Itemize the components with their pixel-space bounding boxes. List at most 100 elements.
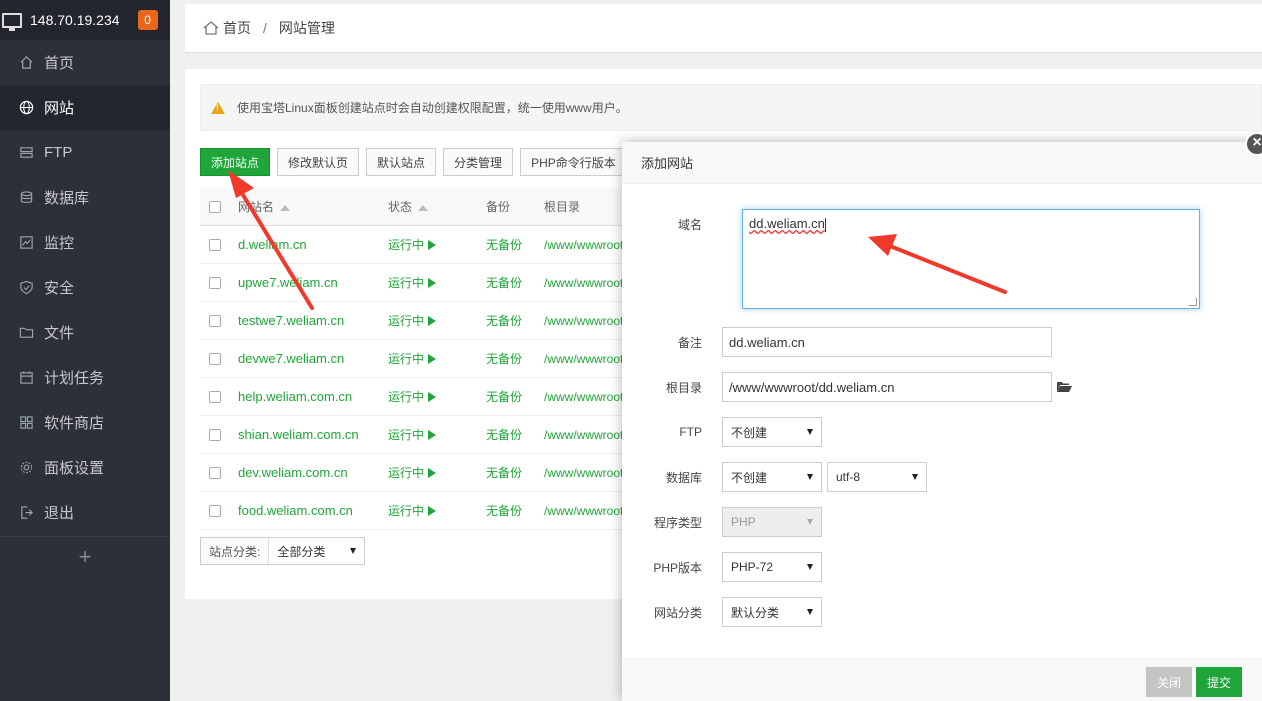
sidebar-item-monitor[interactable]: 监控 bbox=[0, 220, 170, 265]
breadcrumb-separator: / bbox=[263, 20, 267, 36]
row-checkbox[interactable] bbox=[209, 315, 221, 328]
default-site-button[interactable]: 默认站点 bbox=[366, 148, 437, 176]
remark-row: 备注 dd.weliam.cn bbox=[622, 327, 1052, 357]
backup-link[interactable]: 无备份 bbox=[486, 466, 522, 480]
column-header-status[interactable]: 状态 bbox=[388, 188, 486, 226]
site-name-link[interactable]: testwe7.weliam.cn bbox=[238, 313, 344, 328]
select-all-checkbox[interactable] bbox=[209, 201, 221, 214]
sidebar-item-label: 软件商店 bbox=[44, 415, 105, 432]
php-version-select[interactable]: PHP-72 bbox=[722, 552, 822, 582]
close-button[interactable]: 关闭 bbox=[1146, 667, 1192, 697]
root-path-link[interactable]: /www/wwwroot bbox=[544, 314, 623, 328]
breadcrumb-current: 网站管理 bbox=[278, 20, 335, 36]
notification-badge[interactable]: 0 bbox=[137, 10, 158, 30]
database-select[interactable]: 不创建 bbox=[722, 462, 822, 492]
remark-input[interactable]: dd.weliam.cn bbox=[722, 327, 1052, 357]
site-name-link[interactable]: shian.weliam.com.cn bbox=[238, 427, 359, 442]
status-running[interactable]: 运行中 bbox=[388, 314, 437, 328]
sidebar-item-files[interactable]: 文件 bbox=[0, 310, 170, 355]
play-icon bbox=[428, 240, 437, 251]
site-name-link[interactable]: food.weliam.com.cn bbox=[238, 503, 353, 518]
calendar-icon bbox=[18, 370, 34, 386]
sidebar-item-security[interactable]: 安全 bbox=[0, 265, 170, 310]
site-name-link[interactable]: d.weliam.cn bbox=[238, 237, 307, 252]
root-dir-input[interactable]: /www/wwwroot/dd.weliam.cn bbox=[722, 372, 1052, 402]
root-path-link[interactable]: /www/wwwroot bbox=[544, 238, 623, 252]
sidebar-item-ftp[interactable]: FTP bbox=[0, 130, 170, 175]
root-path-link[interactable]: /www/wwwroot bbox=[544, 352, 623, 366]
status-running[interactable]: 运行中 bbox=[388, 352, 437, 366]
site-name-link[interactable]: devwe7.weliam.cn bbox=[238, 351, 344, 366]
server-ip: 148.70.19.234 bbox=[30, 12, 120, 28]
sidebar-item-store[interactable]: 软件商店 bbox=[0, 400, 170, 445]
chevron-down-icon bbox=[807, 519, 813, 525]
resize-handle-icon[interactable] bbox=[1189, 298, 1197, 306]
modal-title: 添加网站 bbox=[622, 142, 1262, 184]
table-row: food.weliam.com.cn 运行中 无备份/www/wwwroot bbox=[200, 491, 630, 530]
backup-link[interactable]: 无备份 bbox=[486, 390, 522, 404]
play-icon bbox=[428, 468, 437, 479]
folder-open-icon[interactable] bbox=[1056, 381, 1072, 393]
root-path-link[interactable]: /www/wwwroot bbox=[544, 504, 623, 518]
site-name-link[interactable]: help.weliam.com.cn bbox=[238, 389, 352, 404]
php-version-label: PHP版本 bbox=[653, 560, 702, 575]
row-checkbox[interactable] bbox=[209, 467, 221, 480]
charset-select[interactable]: utf-8 bbox=[827, 462, 927, 492]
backup-link[interactable]: 无备份 bbox=[486, 504, 522, 518]
edit-default-page-button[interactable]: 修改默认页 bbox=[277, 148, 360, 176]
sort-up-icon bbox=[418, 204, 429, 211]
play-icon bbox=[428, 278, 437, 289]
row-checkbox[interactable] bbox=[209, 505, 221, 518]
submit-button[interactable]: 提交 bbox=[1196, 667, 1242, 697]
backup-link[interactable]: 无备份 bbox=[486, 238, 522, 252]
chevron-down-icon bbox=[807, 429, 813, 435]
close-icon[interactable]: × bbox=[1245, 132, 1262, 156]
add-site-button[interactable]: 添加站点 bbox=[200, 148, 271, 176]
sidebar-item-website[interactable]: 网站 bbox=[0, 85, 170, 130]
php-version-row: PHP版本 PHP-72 bbox=[622, 552, 822, 582]
status-running[interactable]: 运行中 bbox=[388, 504, 437, 518]
root-path-link[interactable]: /www/wwwroot bbox=[544, 276, 623, 290]
chevron-down-icon bbox=[807, 609, 813, 615]
row-checkbox[interactable] bbox=[209, 429, 221, 442]
sidebar-item-settings[interactable]: 面板设置 bbox=[0, 445, 170, 490]
sidebar-item-cron[interactable]: 计划任务 bbox=[0, 355, 170, 400]
site-name-link[interactable]: dev.weliam.com.cn bbox=[238, 465, 348, 480]
ftp-select[interactable]: 不创建 bbox=[722, 417, 822, 447]
site-name-link[interactable]: upwe7.weliam.cn bbox=[238, 275, 338, 290]
backup-link[interactable]: 无备份 bbox=[486, 352, 522, 366]
domain-textarea[interactable]: dd.weliam.cn bbox=[742, 209, 1200, 309]
php-cli-version-button[interactable]: PHP命令行版本 bbox=[520, 148, 627, 176]
status-running[interactable]: 运行中 bbox=[388, 390, 437, 404]
status-running[interactable]: 运行中 bbox=[388, 466, 437, 480]
root-path-link[interactable]: /www/wwwroot bbox=[544, 466, 623, 480]
status-running[interactable]: 运行中 bbox=[388, 428, 437, 442]
program-type-select: PHP bbox=[722, 507, 822, 537]
row-checkbox[interactable] bbox=[209, 239, 221, 252]
backup-link[interactable]: 无备份 bbox=[486, 314, 522, 328]
add-shortcut-button[interactable]: + bbox=[0, 536, 170, 576]
sidebar-item-label: 安全 bbox=[44, 280, 75, 297]
column-header-name[interactable]: 网站名 bbox=[238, 188, 388, 226]
breadcrumb-home[interactable]: 首页 bbox=[223, 18, 251, 38]
monitor-icon bbox=[2, 12, 22, 31]
category-filter-select[interactable]: 全部分类 bbox=[269, 543, 364, 560]
sort-up-icon bbox=[280, 204, 291, 211]
sidebar-item-logout[interactable]: 退出 bbox=[0, 490, 170, 535]
category-management-button[interactable]: 分类管理 bbox=[443, 148, 514, 176]
sidebar-item-label: 监控 bbox=[44, 235, 75, 252]
row-checkbox[interactable] bbox=[209, 277, 221, 290]
sidebar-item-database[interactable]: 数据库 bbox=[0, 175, 170, 220]
category-filter-label: 站点分类: bbox=[201, 538, 270, 564]
sidebar-item-home[interactable]: 首页 bbox=[0, 40, 170, 85]
status-running[interactable]: 运行中 bbox=[388, 238, 437, 252]
backup-link[interactable]: 无备份 bbox=[486, 276, 522, 290]
root-path-link[interactable]: /www/wwwroot bbox=[544, 390, 623, 404]
root-path-link[interactable]: /www/wwwroot bbox=[544, 428, 623, 442]
status-running[interactable]: 运行中 bbox=[388, 276, 437, 290]
site-category-select[interactable]: 默认分类 bbox=[722, 597, 822, 627]
row-checkbox[interactable] bbox=[209, 391, 221, 404]
backup-link[interactable]: 无备份 bbox=[486, 428, 522, 442]
column-header-backup: 备份 bbox=[486, 188, 544, 226]
row-checkbox[interactable] bbox=[209, 353, 221, 366]
